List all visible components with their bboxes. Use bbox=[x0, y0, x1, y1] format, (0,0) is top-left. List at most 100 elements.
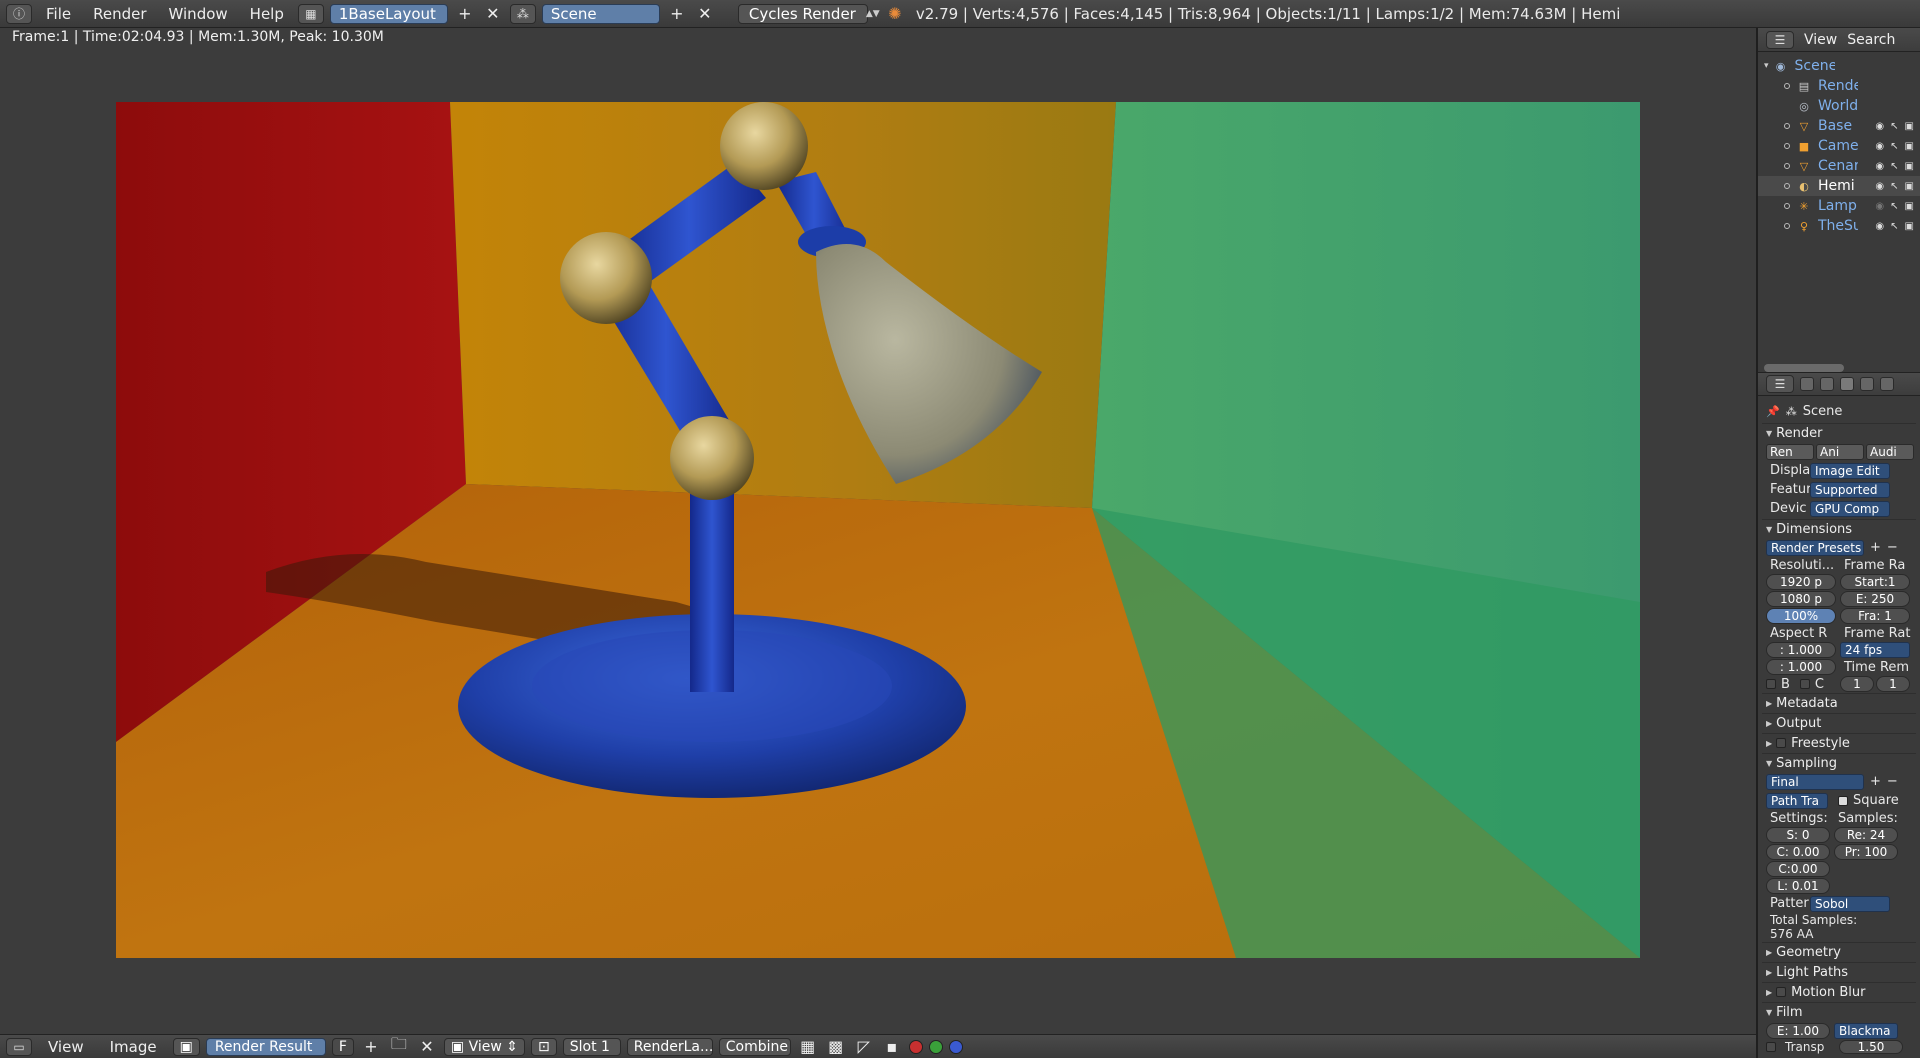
editor-type-image-icon[interactable]: ▭ bbox=[6, 1037, 32, 1056]
blue-channel-icon[interactable] bbox=[948, 1039, 963, 1054]
panel-motion-blur[interactable]: ▶ Motion Blur bbox=[1762, 982, 1916, 1001]
aspect-x-field[interactable]: : 1.000 bbox=[1766, 642, 1836, 658]
cursor-icon[interactable]: ↖ bbox=[1890, 181, 1898, 192]
panel-light-paths[interactable]: ▶ Light Paths bbox=[1762, 962, 1916, 981]
menu-help[interactable]: Help bbox=[242, 5, 292, 23]
image-editor[interactable]: Frame:1 | Time:02:04.93 | Mem:1.30M, Pea… bbox=[0, 28, 1756, 1034]
outliner-item-render-layers[interactable]: ▤ Rende bbox=[1758, 76, 1920, 96]
fake-user-button[interactable]: F bbox=[331, 1037, 354, 1056]
render-result-image[interactable] bbox=[116, 102, 1640, 958]
outliner-item-lamp[interactable]: ✳ Lamp ◉ ↖ ▣ bbox=[1758, 196, 1920, 216]
red-channel-icon[interactable] bbox=[908, 1039, 923, 1054]
clamp-indirect-field[interactable]: C:0.00 bbox=[1766, 861, 1830, 877]
seed-field[interactable]: S: 0 bbox=[1766, 827, 1830, 843]
outliner-view-menu[interactable]: View bbox=[1804, 32, 1837, 48]
scene-name-field[interactable]: Scene bbox=[541, 3, 660, 24]
sample-icon[interactable]: ▪ bbox=[881, 1037, 903, 1057]
sampling-presets-dropdown[interactable]: Final bbox=[1766, 773, 1864, 790]
camera-render-icon[interactable]: ▣ bbox=[1905, 161, 1914, 172]
curve-icon[interactable]: ◸ bbox=[853, 1037, 875, 1057]
expand-icon[interactable]: ▾ bbox=[1764, 61, 1769, 71]
scene-picker-icon[interactable]: ⁂ bbox=[509, 3, 536, 24]
aspect-y-field[interactable]: : 1.000 bbox=[1766, 659, 1836, 675]
freestyle-checkbox[interactable] bbox=[1776, 738, 1787, 748]
exposure-field[interactable]: E: 1.00 bbox=[1766, 1022, 1830, 1039]
menu-image[interactable]: Image bbox=[100, 1038, 167, 1056]
outliner-item-thesun[interactable]: ♀ TheSu ◉ ↖ ▣ bbox=[1758, 216, 1920, 236]
audio-button[interactable]: Audi bbox=[1866, 443, 1914, 460]
image-name-field[interactable]: Render Result bbox=[205, 1037, 326, 1056]
pattern-dropdown[interactable]: Sobol bbox=[1810, 895, 1890, 912]
view-mode-dropdown[interactable]: ▣ View ⇕ bbox=[443, 1037, 525, 1056]
eye-icon[interactable]: ◉ bbox=[1875, 141, 1884, 152]
outliner[interactable]: ▾ ◉ Scene ▤ Rende ◎ World ▽ Base ◉ ↖ ▣ ■ C… bbox=[1758, 52, 1920, 372]
image-browse-icon[interactable]: ▣ bbox=[172, 1037, 200, 1056]
render-layers-tab-icon[interactable] bbox=[1820, 377, 1834, 391]
scene-tab-icon[interactable] bbox=[1840, 377, 1854, 391]
panel-freestyle[interactable]: ▶ Freestyle bbox=[1762, 733, 1916, 752]
outliner-editor-type-icon[interactable]: ☰ bbox=[1766, 30, 1794, 49]
clamp-direct-field[interactable]: C: 0.00 bbox=[1766, 844, 1830, 860]
panel-output[interactable]: ▶ Output bbox=[1762, 713, 1916, 732]
cursor-icon[interactable]: ↖ bbox=[1890, 221, 1898, 232]
world-tab-icon[interactable] bbox=[1860, 377, 1874, 391]
render-presets-dropdown[interactable]: Render Presets bbox=[1766, 539, 1864, 556]
integrator-dropdown[interactable]: Path Tra bbox=[1766, 792, 1828, 809]
border-checkbox[interactable] bbox=[1766, 679, 1776, 689]
eye-icon[interactable]: ◉ bbox=[1875, 121, 1884, 132]
alpha-icon[interactable]: ▩ bbox=[825, 1037, 847, 1057]
unlink-image-icon[interactable]: ✕ bbox=[416, 1037, 438, 1057]
camera-render-icon[interactable]: ▣ bbox=[1905, 201, 1914, 212]
render-pass-dropdown[interactable]: Combine bbox=[718, 1037, 791, 1056]
resolution-x-field[interactable]: 1920 p bbox=[1766, 574, 1836, 590]
light-threshold-field[interactable]: L: 0.01 bbox=[1766, 878, 1830, 894]
panel-sampling[interactable]: ▼ Sampling bbox=[1762, 753, 1916, 772]
render-button[interactable]: Ren bbox=[1766, 443, 1814, 460]
camera-render-icon[interactable]: ▣ bbox=[1905, 141, 1914, 152]
frame-end-field[interactable]: E: 250 bbox=[1840, 591, 1910, 607]
remove-layout-icon[interactable]: ✕ bbox=[482, 4, 504, 24]
menu-render[interactable]: Render bbox=[85, 5, 154, 23]
remove-scene-icon[interactable]: ✕ bbox=[694, 4, 716, 24]
motion-blur-checkbox[interactable] bbox=[1776, 987, 1787, 997]
eye-icon[interactable]: ◉ bbox=[1875, 201, 1884, 212]
expand-toggle[interactable] bbox=[1784, 143, 1790, 149]
cursor-icon[interactable]: ↖ bbox=[1890, 121, 1898, 132]
expand-toggle[interactable] bbox=[1784, 163, 1790, 169]
camera-render-icon[interactable]: ▣ bbox=[1905, 181, 1914, 192]
frame-start-field[interactable]: Start:1 bbox=[1840, 574, 1910, 590]
eye-icon[interactable]: ◉ bbox=[1875, 161, 1884, 172]
properties-editor[interactable]: 📌 ⁂ Scene ▼ Render Ren Ani Audi Displa I… bbox=[1758, 396, 1920, 1058]
camera-render-icon[interactable]: ▣ bbox=[1905, 221, 1914, 232]
pin-icon[interactable]: 📌 bbox=[1766, 405, 1780, 418]
menu-window[interactable]: Window bbox=[161, 5, 236, 23]
filter-width-field[interactable]: 1.50 bbox=[1839, 1040, 1903, 1054]
slot-dropdown[interactable]: Slot 1 bbox=[562, 1037, 621, 1056]
menu-file[interactable]: File bbox=[38, 5, 79, 23]
panel-metadata[interactable]: ▶ Metadata bbox=[1762, 693, 1916, 712]
outliner-search-menu[interactable]: Search bbox=[1847, 32, 1895, 48]
crop-checkbox[interactable] bbox=[1799, 679, 1810, 689]
display-channels-icon[interactable]: ▦ bbox=[797, 1037, 819, 1057]
frame-step-field[interactable]: Fra: 1 bbox=[1840, 608, 1910, 624]
remove-preset-icon[interactable]: − bbox=[1887, 774, 1898, 789]
square-samples-checkbox[interactable] bbox=[1838, 795, 1848, 806]
display-dropdown[interactable]: Image Edit bbox=[1810, 462, 1890, 479]
open-image-icon[interactable]: 🗀 bbox=[388, 1034, 410, 1057]
outliner-item-world[interactable]: ◎ World bbox=[1758, 96, 1920, 116]
outliner-scrollbar[interactable] bbox=[1764, 364, 1844, 372]
filter-dropdown[interactable]: Blackma bbox=[1834, 1022, 1898, 1039]
panel-render[interactable]: ▼ Render bbox=[1762, 423, 1916, 442]
outliner-item-cenario[interactable]: ▽ Cenari ◉ ↖ ▣ bbox=[1758, 156, 1920, 176]
green-channel-icon[interactable] bbox=[928, 1039, 943, 1054]
cursor-icon[interactable]: ↖ bbox=[1890, 201, 1898, 212]
panel-film[interactable]: ▼ Film bbox=[1762, 1002, 1916, 1021]
feature-set-dropdown[interactable]: Supported bbox=[1810, 481, 1890, 498]
render-layer-dropdown[interactable]: RenderLa... bbox=[626, 1037, 713, 1056]
eye-icon[interactable]: ◉ bbox=[1875, 221, 1884, 232]
outliner-item-base[interactable]: ▽ Base ◉ ↖ ▣ bbox=[1758, 116, 1920, 136]
add-preset-icon[interactable]: + bbox=[1870, 540, 1881, 555]
device-dropdown[interactable]: GPU Comp bbox=[1810, 500, 1890, 517]
render-samples-field[interactable]: Re: 24 bbox=[1834, 827, 1898, 843]
editor-type-button[interactable]: ⓘ bbox=[6, 3, 32, 24]
